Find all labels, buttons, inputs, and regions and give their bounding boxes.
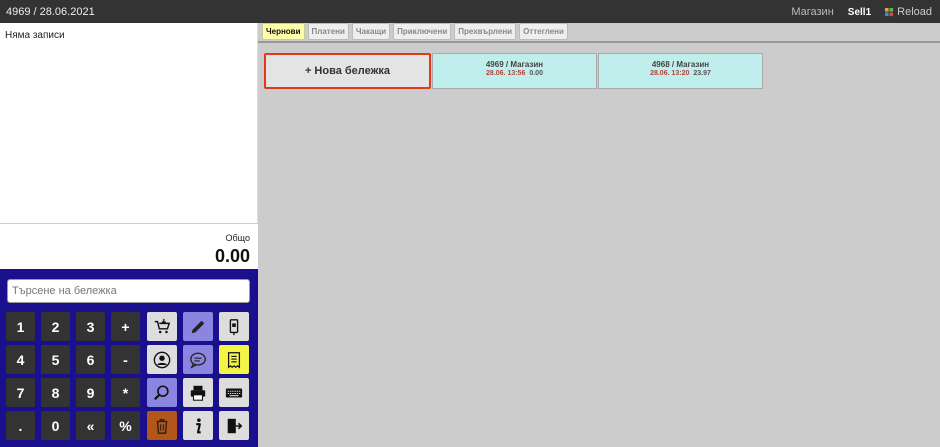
key-5[interactable]: 5 bbox=[41, 345, 70, 374]
key-8[interactable]: 8 bbox=[41, 378, 70, 407]
key-percent[interactable]: % bbox=[111, 411, 140, 440]
key-3[interactable]: 3 bbox=[76, 312, 105, 341]
receipt-card-meta: 28.06. 13:56 0.00 bbox=[433, 70, 596, 77]
edit-button[interactable] bbox=[183, 312, 213, 341]
receipt-card-amount: 23.97 bbox=[693, 70, 711, 77]
scan-card-icon bbox=[229, 318, 239, 335]
empty-message: Няма записи bbox=[5, 30, 65, 41]
receipt-card[interactable]: 4968 / Магазин 28.06. 13:20 23.97 bbox=[598, 53, 763, 89]
key-0[interactable]: 0 bbox=[41, 411, 70, 440]
key-plus[interactable]: + bbox=[111, 312, 140, 341]
key-multiply[interactable]: * bbox=[111, 378, 140, 407]
trash-icon bbox=[156, 418, 168, 434]
reload-button[interactable]: Reload bbox=[885, 6, 932, 18]
search-products-button[interactable] bbox=[147, 378, 177, 407]
receipt-card-meta: 28.06. 13:20 23.97 bbox=[599, 70, 762, 77]
user-icon bbox=[153, 351, 171, 368]
tab-pending[interactable]: Чакащи bbox=[351, 23, 391, 40]
cart-add-icon bbox=[154, 318, 171, 333]
receipt-card-title: 4969 / Магазин bbox=[485, 60, 544, 69]
key-dot[interactable]: . bbox=[6, 411, 35, 440]
key-7[interactable]: 7 bbox=[6, 378, 35, 407]
receipt-button[interactable] bbox=[219, 345, 249, 374]
info-button[interactable] bbox=[183, 411, 213, 440]
customer-button[interactable] bbox=[147, 345, 177, 374]
receipt-card-datetime: 28.06. 13:20 bbox=[650, 70, 690, 77]
print-button[interactable] bbox=[183, 378, 213, 407]
tab-paid[interactable]: Платени bbox=[307, 23, 349, 40]
status-tabs: Чернови Платени Чакащи Приключени Прехвъ… bbox=[262, 23, 568, 40]
total-area: Общо 0.00 bbox=[0, 223, 258, 269]
exit-button[interactable] bbox=[219, 411, 249, 440]
delete-button[interactable] bbox=[147, 411, 177, 440]
key-9[interactable]: 9 bbox=[76, 378, 105, 407]
search-zoom-icon bbox=[154, 384, 169, 400]
keyboard-button[interactable] bbox=[219, 378, 249, 407]
comment-button[interactable] bbox=[183, 345, 213, 374]
reload-icon bbox=[885, 7, 894, 16]
key-minus[interactable]: - bbox=[111, 345, 140, 374]
top-bar-right: Магазин Sell1 Reload bbox=[791, 6, 932, 18]
tab-cancelled[interactable]: Оттеглени bbox=[519, 23, 568, 40]
receipt-icon bbox=[227, 351, 241, 368]
key-6[interactable]: 6 bbox=[76, 345, 105, 374]
left-panel: Няма записи Общо 0.00 1 2 3 + 4 5 6 - 7 … bbox=[0, 23, 258, 447]
key-2[interactable]: 2 bbox=[41, 312, 70, 341]
exit-icon bbox=[227, 418, 243, 433]
receipts-grid: + Нова бележка 4969 / Магазин 28.06. 13:… bbox=[264, 53, 763, 89]
search-receipt-input[interactable] bbox=[7, 279, 250, 303]
store-name[interactable]: Магазин bbox=[791, 6, 833, 18]
keypad: 1 2 3 + 4 5 6 - 7 8 9 * . 0 « % bbox=[0, 269, 258, 447]
receipt-card[interactable]: 4969 / Магазин 28.06. 13:56 0.00 bbox=[432, 53, 597, 89]
total-label: Общо bbox=[225, 233, 250, 243]
receipt-card-amount: 0.00 bbox=[529, 70, 543, 77]
key-1[interactable]: 1 bbox=[6, 312, 35, 341]
key-backspace[interactable]: « bbox=[76, 411, 105, 440]
pencil-icon bbox=[191, 320, 205, 333]
receipt-card-title: 4968 / Магазин bbox=[651, 60, 710, 69]
tab-transferred[interactable]: Прехвърлени bbox=[454, 23, 517, 40]
top-bar: 4969 / 28.06.2021 Магазин Sell1 Reload bbox=[0, 0, 940, 23]
scan-card-button[interactable] bbox=[219, 312, 249, 341]
printer-icon bbox=[190, 385, 206, 401]
tabs-divider bbox=[258, 41, 940, 43]
reload-label: Reload bbox=[897, 6, 932, 18]
total-value: 0.00 bbox=[214, 246, 250, 266]
tab-completed[interactable]: Приключени bbox=[393, 23, 452, 40]
add-to-cart-button[interactable] bbox=[147, 312, 177, 341]
info-icon bbox=[196, 417, 201, 433]
document-number: 4969 / 28.06.2021 bbox=[6, 6, 95, 18]
receipt-card-datetime: 28.06. 13:56 bbox=[486, 70, 526, 77]
tab-drafts[interactable]: Чернови bbox=[262, 23, 305, 40]
comment-icon bbox=[190, 352, 206, 369]
keyboard-icon bbox=[225, 388, 243, 397]
new-note-button[interactable]: + Нова бележка bbox=[264, 53, 431, 89]
key-4[interactable]: 4 bbox=[6, 345, 35, 374]
sell-point[interactable]: Sell1 bbox=[848, 7, 871, 18]
